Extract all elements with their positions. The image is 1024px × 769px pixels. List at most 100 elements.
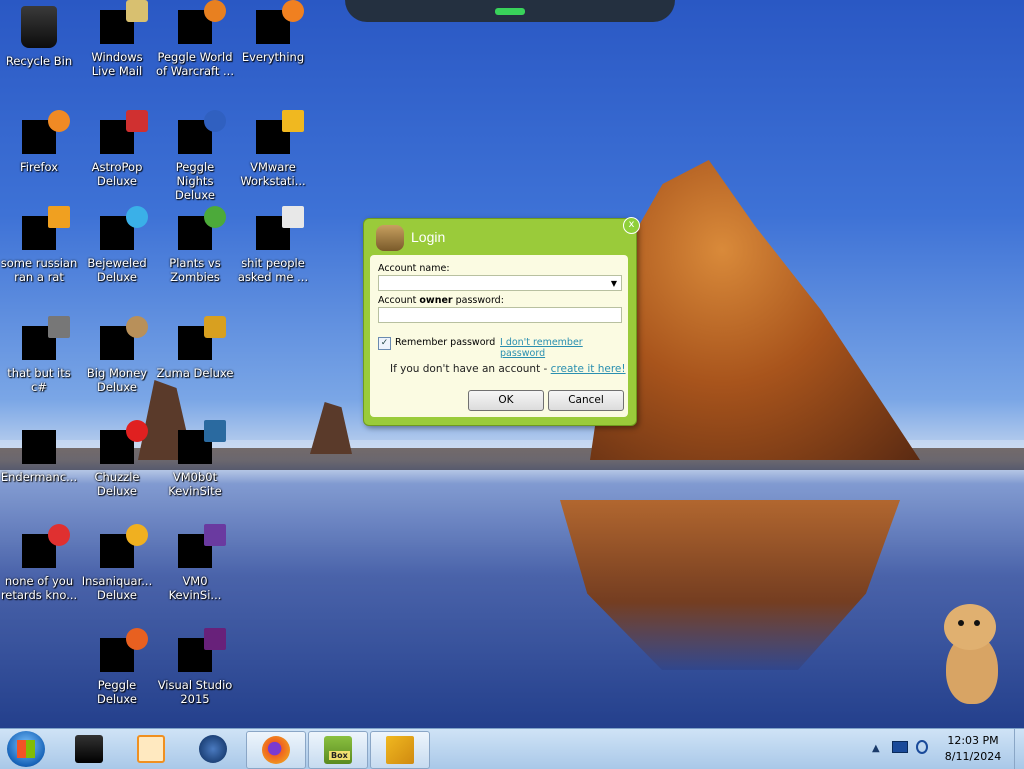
- close-button[interactable]: x: [623, 217, 640, 234]
- desktop-icon-label: Visual Studio 2015: [157, 678, 233, 706]
- desktop-icon-zuma[interactable]: Zuma Deluxe: [156, 316, 234, 380]
- password-label-suffix: password:: [452, 295, 504, 306]
- account-name-label: Account name:: [378, 263, 450, 274]
- desktop-icon-label: Insaniquar... Deluxe: [81, 574, 153, 602]
- vm-icon: [178, 524, 226, 568]
- money-bag-icon: [100, 316, 148, 360]
- desktop-icon-label: AstroPop Deluxe: [91, 160, 143, 188]
- hamster-box-label: Box: [329, 751, 350, 760]
- clock-time: 12:03 PM: [947, 734, 999, 747]
- game-icon: [178, 0, 226, 44]
- game-icon: [100, 628, 148, 672]
- password-label-bold: owner: [419, 295, 453, 306]
- desktop-icon-endermanc[interactable]: Endermanc...: [0, 420, 78, 484]
- desktop-icon-label: shit people asked me ...: [237, 256, 309, 284]
- desktop-icon-vm0-kevinsi[interactable]: VM0 KevinSi...: [156, 524, 234, 602]
- desktop-icon-big-money[interactable]: Big Money Deluxe: [78, 316, 156, 394]
- forgot-password-link[interactable]: I don't remember password: [500, 337, 628, 359]
- password-label: Account owner password:: [378, 295, 504, 306]
- volume-icon[interactable]: [916, 740, 928, 754]
- status-led: [495, 8, 525, 15]
- desktop-icon-peggle-deluxe[interactable]: Peggle Deluxe: [78, 628, 156, 706]
- desktop-icon-label: Peggle World of Warcraft ...: [156, 50, 234, 78]
- fish-icon: [100, 524, 148, 568]
- desktop-icon-label: Endermanc...: [0, 470, 78, 484]
- account-name-combobox[interactable]: ▼: [378, 275, 622, 291]
- desktop-icon-label: Zuma Deluxe: [156, 366, 234, 380]
- desktop-icon-label: Big Money Deluxe: [86, 366, 148, 394]
- desktop-icon-vmware[interactable]: VMware Workstati...: [234, 110, 312, 188]
- desktop-icon-label: Peggle Nights Deluxe: [175, 160, 215, 202]
- password-field[interactable]: [378, 307, 622, 323]
- desktop-icon-label: Bejeweled Deluxe: [87, 256, 147, 284]
- create-account-link[interactable]: create it here!: [551, 363, 626, 375]
- program-icon: [22, 430, 56, 464]
- desktop-icon-label: some russian ran a rat: [0, 256, 78, 284]
- show-desktop-button[interactable]: [1014, 729, 1024, 769]
- game-icon: [100, 420, 148, 464]
- folder-icon: [22, 316, 70, 360]
- search-icon: [256, 0, 304, 44]
- desktop-icon-label: none of you retards kno...: [0, 574, 78, 602]
- desktop-icon-label: VMware Workstati...: [240, 160, 306, 188]
- desktop-icon-insaniquarium[interactable]: Insaniquar... Deluxe: [78, 524, 156, 602]
- desktop-icon-label: Firefox: [19, 160, 59, 174]
- start-button[interactable]: [7, 731, 45, 767]
- desktop-icon-astropop[interactable]: AstroPop Deluxe: [78, 110, 156, 188]
- taskbar-item-hamster-box[interactable]: Box: [308, 731, 368, 769]
- taskbar-item-firefox[interactable]: [246, 731, 306, 769]
- firefox-icon: [262, 736, 290, 764]
- taskbar-item-terminal[interactable]: [60, 731, 118, 767]
- globe-icon: [199, 735, 227, 763]
- signup-prefix: If you don't have an account -: [390, 363, 551, 375]
- mail-icon: [100, 0, 148, 44]
- hamster-box-icon: Box: [324, 736, 352, 764]
- wallpaper-sea-stack: [310, 402, 352, 454]
- desktop-icon-that-but-its-csharp[interactable]: that but its c#: [0, 316, 78, 394]
- desktop-icon-plants-vs-zombies[interactable]: Plants vs Zombies: [156, 206, 234, 284]
- visual-studio-icon: [178, 628, 226, 672]
- taskbar-item-vmware[interactable]: [370, 731, 430, 769]
- vmware-icon: [256, 110, 304, 154]
- desktop-icon-label: VM0b0t KevinSite: [168, 470, 222, 498]
- ok-button[interactable]: OK: [468, 390, 544, 411]
- hamster-logo-icon: [376, 225, 404, 251]
- hamster-desktop-pet[interactable]: [940, 604, 1002, 704]
- desktop-icon-firefox[interactable]: Firefox: [0, 110, 78, 174]
- show-hidden-icons-button[interactable]: ▲: [872, 743, 880, 754]
- desktop-icon-peggle-nights[interactable]: Peggle Nights Deluxe: [156, 110, 234, 202]
- cancel-button[interactable]: Cancel: [548, 390, 624, 411]
- dropdown-arrow-icon[interactable]: ▼: [611, 279, 617, 288]
- desktop-icon-some-russian[interactable]: some russian ran a rat: [0, 206, 78, 284]
- network-icon[interactable]: [892, 741, 908, 753]
- wallpaper-haystack-rock: [590, 160, 920, 460]
- taskbar: Box ▲ 12:03 PM 8/11/2024: [0, 728, 1024, 769]
- game-icon: [178, 110, 226, 154]
- taskbar-item-globe[interactable]: [184, 731, 242, 767]
- gem-icon: [100, 206, 148, 250]
- desktop-icon-label: Peggle Deluxe: [97, 678, 137, 706]
- dialog-title: Login: [411, 229, 446, 245]
- taskbar-item-media-player[interactable]: [122, 731, 180, 767]
- desktop-icon-vm0b0t[interactable]: VM0b0t KevinSite: [156, 420, 234, 498]
- top-edge-widget: [345, 0, 675, 22]
- desktop-icon-label: Windows Live Mail: [91, 50, 143, 78]
- desktop-icon-label: that but its c#: [7, 366, 71, 394]
- dialog-body: Account name: ▼ Account owner password: …: [370, 255, 628, 417]
- desktop-icon-windows-live-mail[interactable]: Windows Live Mail: [78, 0, 156, 78]
- desktop-icon-peggle-wow[interactable]: Peggle World of Warcraft ...: [156, 0, 234, 78]
- remember-password-checkbox[interactable]: ✓: [378, 337, 391, 350]
- desktop-icon-everything[interactable]: Everything: [234, 0, 312, 64]
- desktop-icon-none-of-you[interactable]: none of you retards kno...: [0, 524, 78, 602]
- desktop-icon-shit-people-asked[interactable]: shit people asked me ...: [234, 206, 312, 284]
- desktop-icon-chuzzle[interactable]: Chuzzle Deluxe: [78, 420, 156, 498]
- system-clock[interactable]: 12:03 PM 8/11/2024: [938, 733, 1008, 765]
- folder-icon: [256, 206, 304, 250]
- desktop-icon-bejeweled[interactable]: Bejeweled Deluxe: [78, 206, 156, 284]
- media-player-icon: [137, 735, 165, 763]
- game-icon: [100, 110, 148, 154]
- desktop-icon-visual-studio[interactable]: Visual Studio 2015: [156, 628, 234, 706]
- remember-password-label: Remember password: [395, 337, 496, 348]
- desktop-icon-recycle-bin[interactable]: Recycle Bin: [0, 0, 78, 68]
- vmware-icon: [386, 736, 414, 764]
